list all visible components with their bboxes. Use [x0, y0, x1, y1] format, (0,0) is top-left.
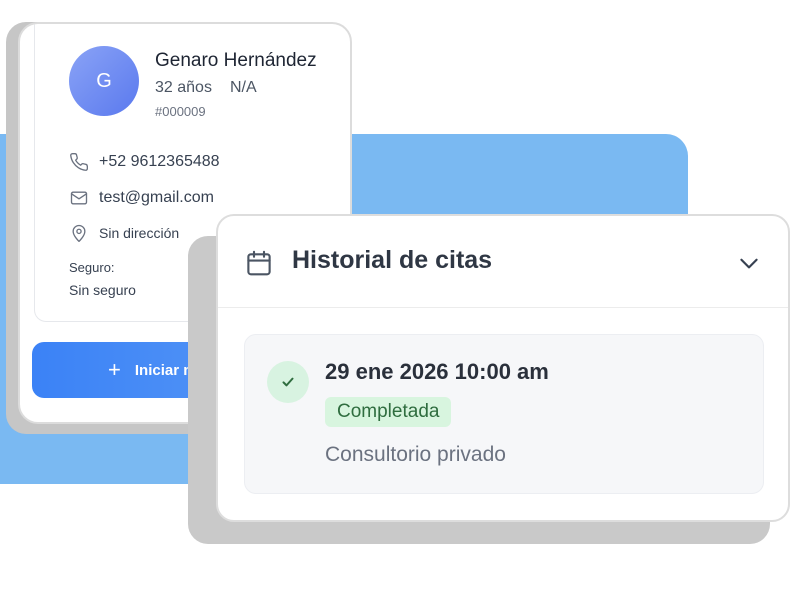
patient-gender: N/A: [229, 79, 257, 96]
appointment-datetime: 29 ene 2026 10:00 am: [325, 359, 549, 384]
email-text: test@gmail.com: [99, 189, 214, 206]
phone-text: +52 9612365488: [99, 153, 220, 170]
appointment-location: Consultorio privado: [325, 443, 506, 466]
avatar: G: [69, 46, 139, 116]
patient-phone[interactable]: +52 9612365488: [69, 152, 220, 172]
patient-name: Genaro Hernández: [155, 50, 317, 71]
mail-icon: [70, 191, 88, 205]
check-icon: [267, 361, 309, 403]
patient-age: 32 años: [155, 79, 212, 96]
appointment-item[interactable]: 29 ene 2026 10:00 am Completada Consulto…: [244, 334, 764, 494]
insurance-value: Sin seguro: [69, 282, 136, 298]
patient-email[interactable]: test@gmail.com: [69, 188, 214, 208]
phone-icon: [70, 152, 89, 171]
appointment-history-card: Historial de citas 29 ene 2026 10:00 am …: [216, 214, 790, 522]
address-text: Sin dirección: [99, 225, 180, 241]
chevron-down-icon[interactable]: [736, 250, 762, 276]
plus-icon: +: [108, 357, 121, 382]
patient-address: Sin dirección: [69, 223, 179, 243]
map-pin-icon: [72, 224, 86, 242]
patient-demographics: 32 años N/A: [155, 79, 257, 97]
status-badge: Completada: [325, 397, 452, 427]
patient-id: #000009: [155, 104, 206, 119]
history-header[interactable]: Historial de citas: [218, 216, 788, 308]
calendar-icon: [247, 250, 271, 276]
insurance-label: Seguro:: [69, 260, 115, 275]
history-title: Historial de citas: [292, 246, 493, 274]
